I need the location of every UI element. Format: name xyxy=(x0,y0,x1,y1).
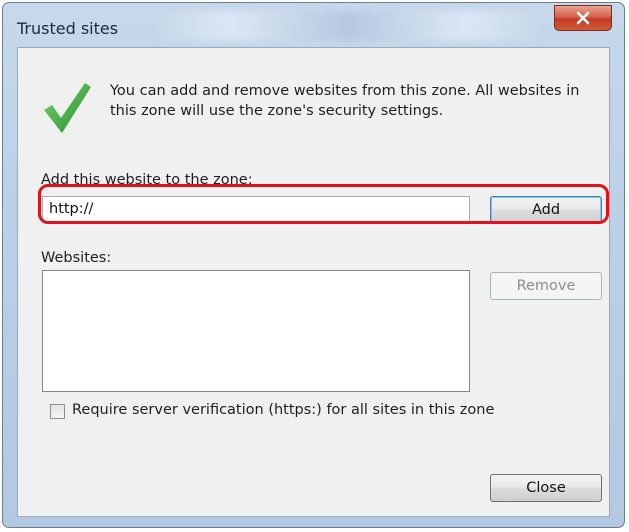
add-button[interactable]: Add xyxy=(490,196,602,224)
trusted-sites-dialog: Trusted sites You can add and remove web… xyxy=(2,2,625,528)
remove-button[interactable]: Remove xyxy=(490,272,602,300)
require-verification-checkbox[interactable] xyxy=(50,404,65,419)
window-close-button[interactable] xyxy=(554,5,612,31)
zone-description: You can add and remove websites from thi… xyxy=(110,83,580,119)
websites-list[interactable] xyxy=(42,270,470,392)
dialog-title: Trusted sites xyxy=(17,19,119,38)
require-verification-label[interactable]: Require server verification (https:) for… xyxy=(72,402,494,418)
titlebar-background xyxy=(153,11,543,41)
websites-label: Websites: xyxy=(41,250,112,266)
checkmark-icon xyxy=(44,83,91,133)
close-button[interactable]: Close xyxy=(490,474,602,502)
dialog-body: You can add and remove websites from thi… xyxy=(17,47,610,517)
add-website-label: Add this website to the zone: xyxy=(41,172,253,188)
close-icon xyxy=(576,11,590,25)
website-url-input[interactable] xyxy=(42,196,470,222)
